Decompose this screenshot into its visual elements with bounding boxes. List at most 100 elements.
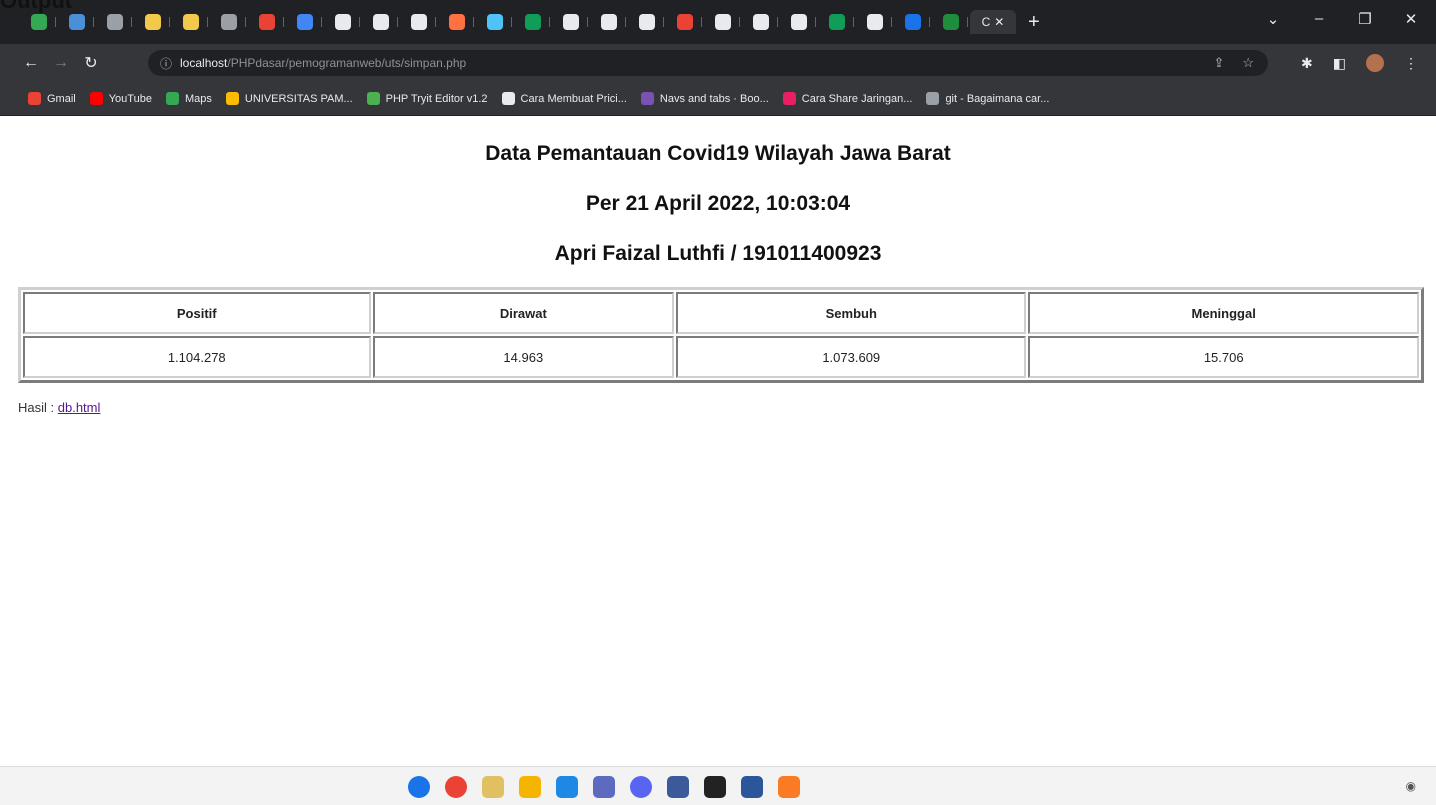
- tab-separator: [169, 17, 170, 27]
- terminal-icon[interactable]: [704, 776, 726, 798]
- browser-tab[interactable]: [780, 10, 818, 34]
- menu-icon[interactable]: ⋮: [1404, 55, 1418, 72]
- shield-icon[interactable]: [593, 776, 615, 798]
- bookmark-item[interactable]: git - Bagaimana car...: [926, 92, 1049, 105]
- xampp-icon[interactable]: [778, 776, 800, 798]
- browser-tab[interactable]: [96, 10, 134, 34]
- tab-favicon-icon: [829, 14, 845, 30]
- tab-list: C ✕ +: [20, 10, 1040, 34]
- browser-tab[interactable]: [210, 10, 248, 34]
- tab-favicon-icon: [411, 14, 427, 30]
- browser-tab[interactable]: [856, 10, 894, 34]
- chrome-icon[interactable]: [445, 776, 467, 798]
- sidepanel-icon[interactable]: ◧: [1333, 55, 1346, 72]
- tab-separator: [777, 17, 778, 27]
- tab-separator: [701, 17, 702, 27]
- tab-separator: [967, 17, 968, 27]
- browser-tab[interactable]: [58, 10, 96, 34]
- vscode-icon[interactable]: [556, 776, 578, 798]
- browser-tab[interactable]: [248, 10, 286, 34]
- share-icon[interactable]: ⇪: [1213, 55, 1224, 71]
- bookmark-favicon-icon: [366, 92, 380, 105]
- bookmark-item[interactable]: Gmail: [28, 92, 76, 105]
- bookmark-favicon-icon: [165, 92, 179, 105]
- folder-icon[interactable]: [519, 776, 541, 798]
- tab-separator: [549, 17, 550, 27]
- bookmark-label: Maps: [184, 92, 212, 105]
- tab-separator: [131, 17, 132, 27]
- browser-tab[interactable]: [20, 10, 58, 34]
- bookmark-label: Cara Membuat Prici...: [520, 92, 627, 105]
- tab-favicon-icon: [221, 14, 237, 30]
- browser-tab[interactable]: [438, 10, 476, 34]
- browser-tab[interactable]: [590, 10, 628, 34]
- bookmark-favicon-icon: [926, 92, 940, 105]
- browser-tab[interactable]: [552, 10, 590, 34]
- cell-sembuh: 1.073.609: [676, 336, 1027, 378]
- tab-separator: [587, 17, 588, 27]
- bookmark-item[interactable]: Cara Membuat Prici...: [501, 92, 627, 105]
- browser-tab[interactable]: [742, 10, 780, 34]
- tab-separator: [815, 17, 816, 27]
- close-tab-icon[interactable]: ✕: [994, 15, 1004, 29]
- file-icon[interactable]: [482, 776, 504, 798]
- address-bar[interactable]: ⓘ localhost /PHPdasar/pemogramanweb/uts/…: [148, 50, 1268, 76]
- browser-tab[interactable]: [894, 10, 932, 34]
- cropped-caption: Output: [0, 0, 73, 13]
- discord-icon[interactable]: [630, 776, 652, 798]
- tab-favicon-icon: [791, 14, 807, 30]
- reload-icon[interactable]: ↻: [76, 53, 106, 73]
- tab-separator: [739, 17, 740, 27]
- browser-tab[interactable]: [666, 10, 704, 34]
- result-link[interactable]: db.html: [58, 400, 101, 415]
- bookmark-item[interactable]: UNIVERSITAS PAM...: [225, 92, 353, 105]
- tab-favicon-icon: [107, 14, 123, 30]
- browser-tab[interactable]: [514, 10, 552, 34]
- browser-toolbar: ← → ↻ ⓘ localhost /PHPdasar/pemogramanwe…: [0, 44, 1436, 82]
- browser-tab[interactable]: [172, 10, 210, 34]
- bookmark-favicon-icon: [225, 92, 239, 105]
- tab-separator: [663, 17, 664, 27]
- browser-tab[interactable]: [704, 10, 742, 34]
- close-window-icon[interactable]: ✕: [1402, 10, 1420, 28]
- forward-icon[interactable]: →: [46, 54, 76, 72]
- star-icon[interactable]: ☆: [1242, 55, 1254, 71]
- tab-strip: C ✕ + ⌄ – ❐ ✕: [0, 0, 1436, 44]
- tab-separator: [435, 17, 436, 27]
- url-host: localhost: [180, 56, 228, 70]
- tab-favicon-icon: [753, 14, 769, 30]
- bookmark-label: Gmail: [47, 92, 76, 105]
- browser-tab[interactable]: [362, 10, 400, 34]
- bookmark-item[interactable]: YouTube: [89, 92, 152, 105]
- browser-tab[interactable]: [818, 10, 856, 34]
- info-icon[interactable]: ⓘ: [160, 55, 172, 72]
- minimize-icon[interactable]: –: [1310, 10, 1328, 28]
- browser-tab[interactable]: [134, 10, 172, 34]
- edge-icon[interactable]: [408, 776, 430, 798]
- extensions-icon[interactable]: ✱: [1301, 55, 1313, 72]
- browser-tab[interactable]: [476, 10, 514, 34]
- new-tab-icon[interactable]: +: [1028, 10, 1040, 34]
- browser-tab[interactable]: [324, 10, 362, 34]
- notification-icon[interactable]: ◉: [1406, 779, 1416, 793]
- avatar[interactable]: [1366, 54, 1384, 72]
- word-icon[interactable]: [741, 776, 763, 798]
- result-label: Hasil :: [18, 400, 55, 415]
- app-icon[interactable]: [667, 776, 689, 798]
- bookmark-item[interactable]: Navs and tabs · Boo...: [640, 92, 769, 105]
- browser-tab[interactable]: [400, 10, 438, 34]
- browser-tab[interactable]: [628, 10, 666, 34]
- back-icon[interactable]: ←: [16, 54, 46, 72]
- tab-separator: [397, 17, 398, 27]
- browser-tab[interactable]: [932, 10, 970, 34]
- bookmark-item[interactable]: PHP Tryit Editor v1.2: [366, 92, 488, 105]
- tab-favicon-icon: [373, 14, 389, 30]
- restore-icon[interactable]: ❐: [1356, 10, 1374, 28]
- bookmark-item[interactable]: Cara Share Jaringan...: [782, 92, 912, 105]
- tab-search-icon[interactable]: ⌄: [1264, 10, 1282, 28]
- bookmarks-bar: Gmail YouTube Maps UNIVERSITAS PAM... PHP Tr…: [0, 82, 1436, 116]
- browser-tab[interactable]: [286, 10, 324, 34]
- tab-separator: [93, 17, 94, 27]
- active-tab[interactable]: C ✕: [970, 10, 1016, 34]
- bookmark-item[interactable]: Maps: [165, 92, 212, 105]
